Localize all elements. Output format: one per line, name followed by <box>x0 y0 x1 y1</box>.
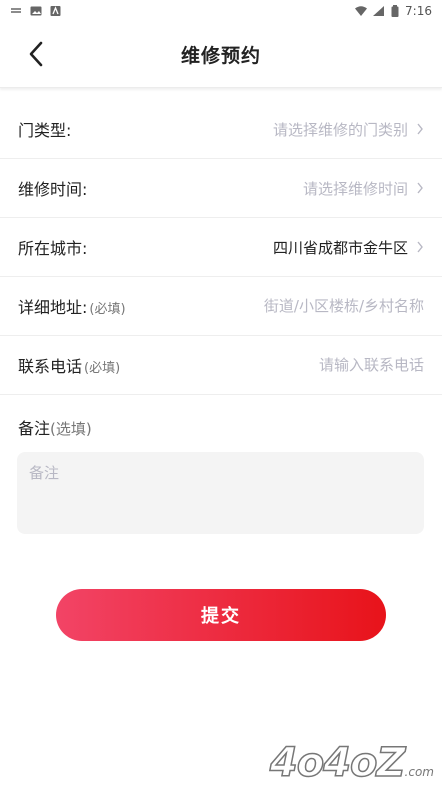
city-value: 四川省成都市金牛区 <box>272 238 408 257</box>
back-button[interactable] <box>22 40 50 68</box>
address-label: 详细地址: (必填) <box>18 298 126 317</box>
required-note: (必填) <box>84 361 121 376</box>
door-type-placeholder: 请选择维修的门类别 <box>272 120 408 139</box>
notification-icon <box>11 8 21 13</box>
submit-button[interactable]: 提交 <box>56 589 386 641</box>
phone-row: 联系电话 (必填) <box>0 336 442 395</box>
optional-note: (选填) <box>50 420 92 438</box>
city-row[interactable]: 所在城市: 四川省成都市金牛区 <box>0 218 442 277</box>
door-type-label: 门类型: <box>18 121 72 140</box>
signal-icon <box>373 6 385 16</box>
status-bar: 7:16 <box>0 0 442 22</box>
navigation-bar: 维修预约 <box>0 22 442 88</box>
status-time: 7:16 <box>405 4 432 18</box>
image-icon <box>30 6 42 16</box>
status-system: 7:16 <box>355 4 432 18</box>
city-select[interactable]: 四川省成都市金牛区 <box>273 237 424 258</box>
repair-time-select[interactable]: 请选择维修时间 <box>303 178 424 199</box>
chevron-right-icon <box>417 123 423 135</box>
battery-icon <box>391 5 399 17</box>
wifi-icon <box>355 6 368 16</box>
city-label: 所在城市: <box>18 239 88 258</box>
repair-time-placeholder: 请选择维修时间 <box>302 179 408 198</box>
page-title: 维修预约 <box>180 45 261 67</box>
chevron-right-icon <box>417 241 423 253</box>
repair-time-label: 维修时间: <box>18 180 88 199</box>
door-type-row[interactable]: 门类型: 请选择维修的门类别 <box>0 100 442 159</box>
remark-textarea[interactable] <box>17 452 424 534</box>
watermark-suffix: .com <box>404 765 434 779</box>
required-note: (必填) <box>89 302 126 317</box>
repair-time-row[interactable]: 维修时间: 请选择维修时间 <box>0 159 442 218</box>
chevron-left-icon <box>29 41 43 67</box>
watermark-logo: 4o4oZ.com <box>269 739 434 787</box>
status-notifications <box>10 6 62 16</box>
repair-form: 门类型: 请选择维修的门类别 维修时间: 请选择维修时间 所在城市: 四川省成都… <box>0 100 442 395</box>
phone-input[interactable] <box>224 356 424 374</box>
address-input[interactable] <box>224 297 424 315</box>
chevron-right-icon <box>417 182 423 194</box>
watermark-text: 4o4oZ <box>269 739 406 787</box>
app-notification-icon <box>50 6 61 16</box>
address-row: 详细地址: (必填) <box>0 277 442 336</box>
door-type-select[interactable]: 请选择维修的门类别 <box>273 119 424 140</box>
remark-label: 备注(选填) <box>18 419 92 438</box>
phone-label: 联系电话 (必填) <box>18 357 121 376</box>
